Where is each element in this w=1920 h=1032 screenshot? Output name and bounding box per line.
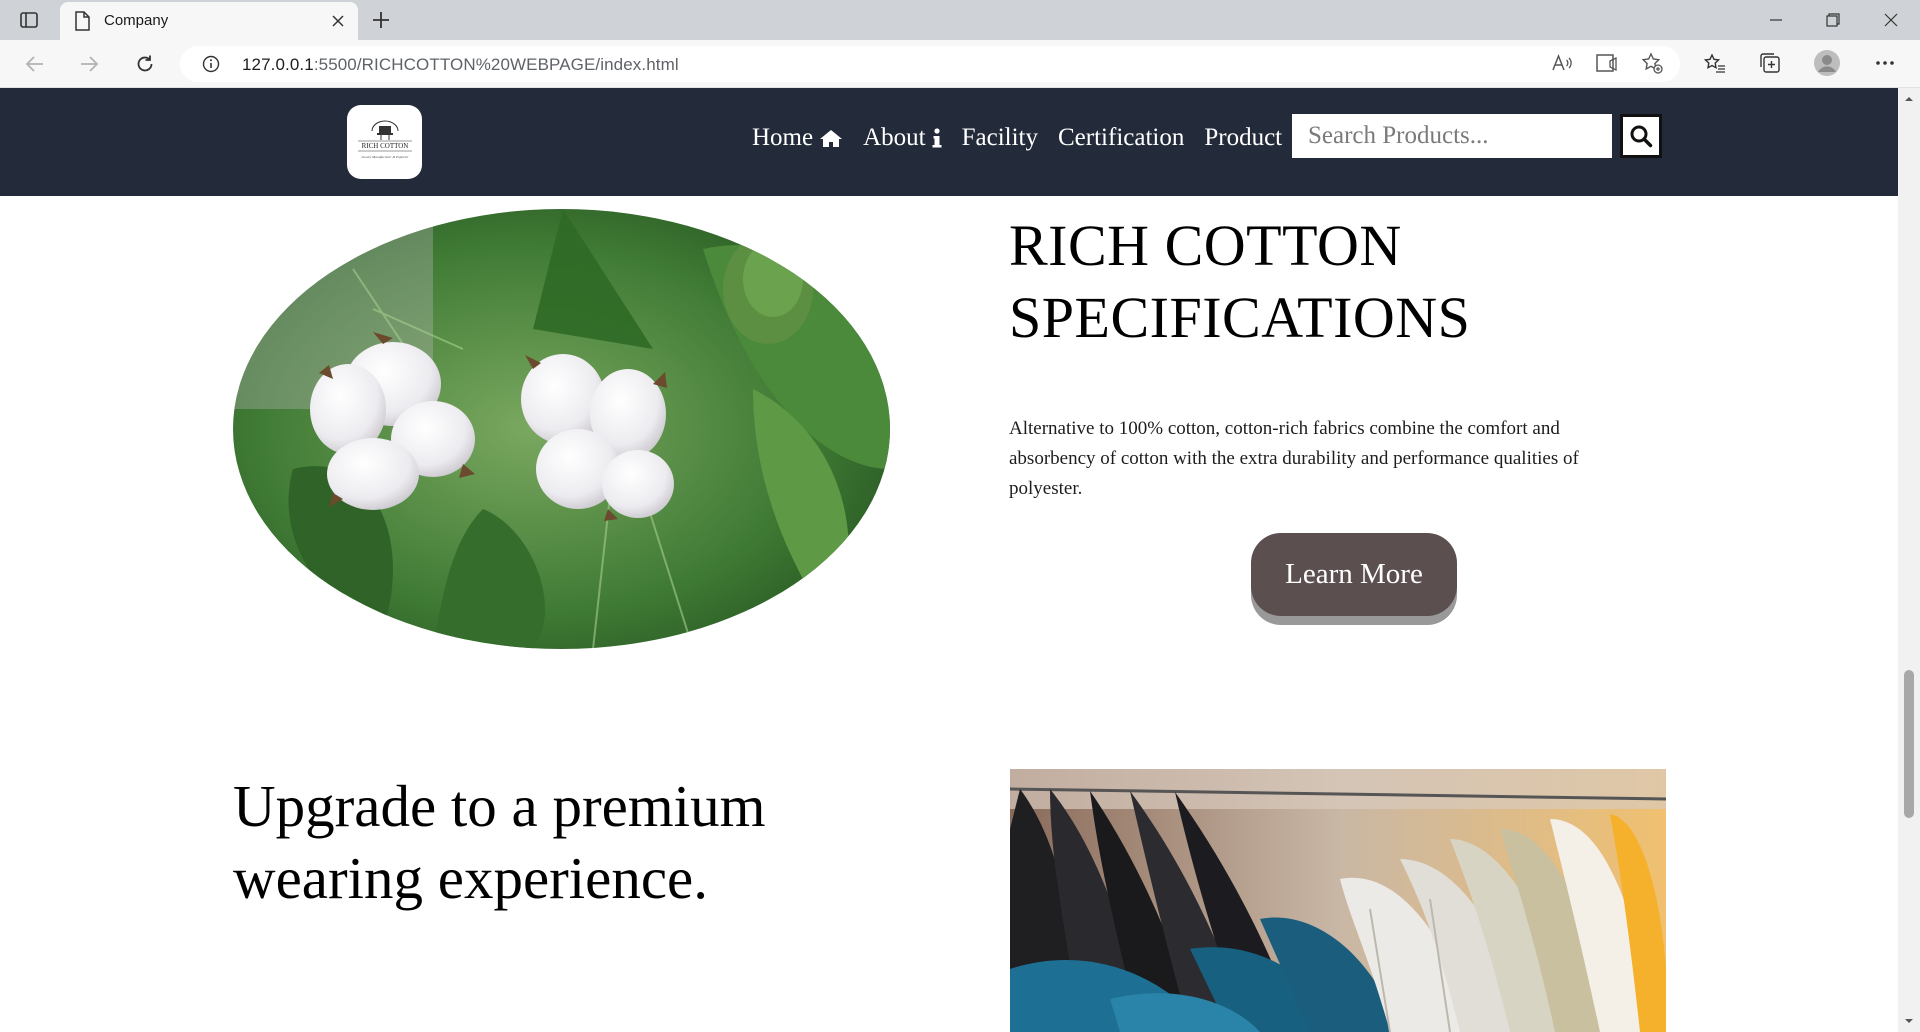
nav-facility-label: Facility [961, 124, 1038, 151]
svg-text:RICH COTTON: RICH COTTON [361, 142, 408, 150]
immersive-reader-icon [1596, 54, 1617, 72]
window-close-button[interactable] [1871, 6, 1911, 34]
nav-product-link[interactable]: Product [1204, 124, 1282, 152]
tab-actions-icon [20, 12, 38, 28]
nav-certification-label: Certification [1058, 124, 1185, 151]
scroll-down-icon[interactable] [1904, 1016, 1914, 1026]
arrow-right-icon [81, 56, 99, 72]
page-icon [75, 11, 90, 31]
new-tab-button[interactable] [366, 8, 396, 32]
info-icon [202, 55, 220, 73]
nav-about-label: About [863, 124, 926, 151]
avatar-icon [1814, 50, 1840, 76]
nav-about-link[interactable]: About [863, 124, 942, 152]
read-aloud-button[interactable] [1547, 48, 1577, 78]
close-icon [1884, 13, 1898, 27]
browser-tab-bar: Company [0, 0, 1920, 40]
site-navbar: RICH COTTON Luxury Manufacturer & Export… [0, 88, 1898, 196]
add-favorite-button[interactable] [1637, 48, 1667, 78]
scroll-up-icon[interactable] [1904, 94, 1914, 104]
collections-button[interactable] [1755, 48, 1785, 78]
browser-toolbar: 127.0.0.1:5500/RICHCOTTON%20WEBPAGE/inde… [0, 40, 1920, 88]
hero-description: Alternative to 100% cotton, cotton-rich … [1009, 418, 1579, 499]
page-viewport: RICH COTTON Luxury Manufacturer & Export… [0, 88, 1898, 1032]
star-add-icon [1641, 52, 1663, 74]
minimize-button[interactable] [1756, 6, 1796, 34]
nav-certification-link[interactable]: Certification [1058, 124, 1184, 152]
arrow-left-icon [25, 56, 43, 72]
nav-home-label: Home [752, 124, 814, 151]
read-aloud-icon [1552, 53, 1572, 71]
browser-tab[interactable]: Company [60, 2, 358, 40]
favorites-icon [1704, 53, 1725, 73]
collections-icon [1760, 53, 1780, 73]
nav-product-label: Product [1204, 124, 1283, 151]
page-scrollbar[interactable] [1898, 88, 1920, 1032]
restore-icon [1826, 13, 1840, 27]
logo-image: RICH COTTON Luxury Manufacturer & Export… [357, 120, 412, 159]
search-icon [1630, 125, 1653, 148]
forward-button[interactable] [74, 50, 104, 78]
tab-title: Company [104, 12, 169, 29]
profile-button[interactable] [1812, 48, 1842, 78]
svg-text:Luxury Manufacturer & Exporter: Luxury Manufacturer & Exporter [360, 155, 409, 159]
close-icon [332, 15, 344, 27]
tab-close-button[interactable] [328, 11, 348, 31]
restore-button[interactable] [1813, 6, 1853, 34]
settings-menu-button[interactable] [1870, 48, 1900, 78]
site-logo[interactable]: RICH COTTON Luxury Manufacturer & Export… [347, 105, 422, 179]
tab-actions-button[interactable] [14, 9, 44, 31]
more-icon [1876, 61, 1894, 65]
minimize-icon [1770, 19, 1782, 21]
favorites-button[interactable] [1700, 48, 1730, 78]
search-input[interactable] [1292, 114, 1612, 158]
main-menu: Home About Facility Certification Produc… [752, 124, 1282, 152]
nav-facility-link[interactable]: Facility [962, 124, 1038, 152]
hero-title: RICH COTTON SPECIFICATIONS [1009, 213, 1471, 350]
home-icon [820, 130, 843, 147]
url-text: 127.0.0.1:5500/RICHCOTTON%20WEBPAGE/inde… [242, 55, 679, 74]
reload-button[interactable] [130, 50, 160, 78]
immersive-reader-button[interactable] [1592, 48, 1622, 78]
promo-title: Upgrade to a premium wearing experience. [233, 773, 766, 911]
cotton-image [233, 209, 890, 649]
address-bar[interactable]: 127.0.0.1:5500/RICHCOTTON%20WEBPAGE/inde… [180, 46, 1680, 82]
reload-icon [137, 55, 153, 72]
scrollbar-thumb[interactable] [1904, 670, 1914, 818]
clothing-rack-image [1010, 769, 1666, 1032]
nav-home-link[interactable]: Home [752, 124, 843, 152]
plus-icon [373, 12, 389, 28]
info-icon [932, 128, 942, 148]
back-button[interactable] [20, 50, 50, 78]
search-button[interactable] [1620, 114, 1662, 158]
learn-more-button[interactable]: Learn More [1251, 533, 1457, 616]
